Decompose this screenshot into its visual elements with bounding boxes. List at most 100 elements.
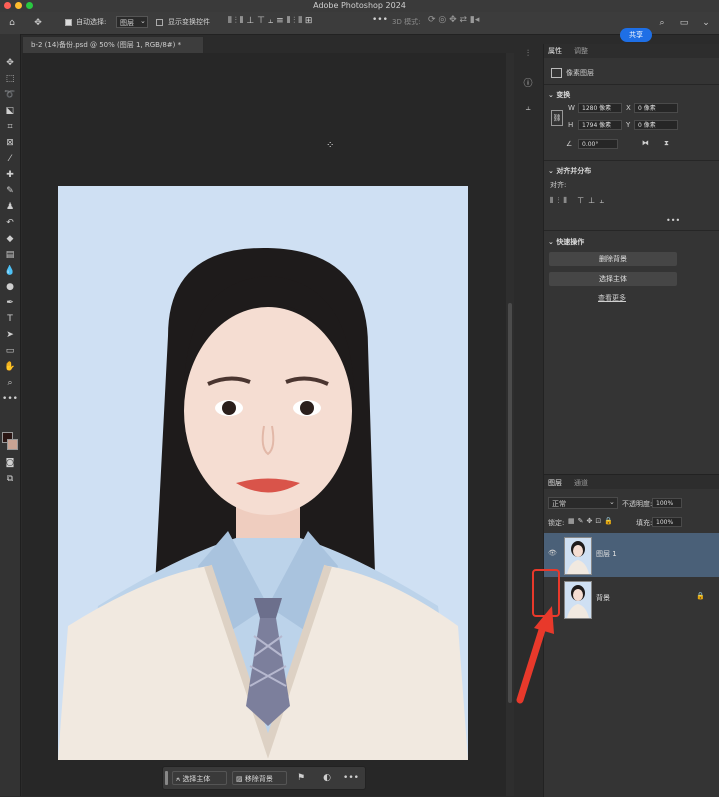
healing-brush-tool-icon[interactable]: ✚ [3,168,17,181]
transform-section-toggle[interactable]: ⌄ 变换 [548,90,570,100]
home-icon[interactable]: ⌂ [6,17,18,29]
auto-select-checkbox[interactable] [65,19,72,26]
lock-buttons-group[interactable]: ▦✎✥⊡🔒 [568,517,616,525]
frame-tool-icon[interactable]: ⊠ [3,136,17,149]
type-tool-icon[interactable]: T [3,312,17,325]
pen-tool-icon[interactable]: ✒ [3,296,17,309]
move-tool-icon[interactable]: ✥ [3,56,17,69]
document-tab[interactable]: b-2 (14)备份.psd @ 50% (图层 1, RGB/8#) * [22,36,204,53]
screen-mode-icon[interactable]: ⧉ [3,472,17,485]
align-icons-group[interactable]: ⫴ ⫶ ⫴ ⊥ ⊤ ⫠ ≡ ⫴ ⫶ ⫴ ⊞ [228,16,312,26]
learn-more-link[interactable]: 查看更多 [598,293,626,303]
rectangle-tool-icon[interactable]: ▭ [3,344,17,357]
image-icon: ▨ [236,775,243,783]
height-input[interactable]: 1794 像素 [578,120,622,130]
eyedropper-tool-icon[interactable]: ⁄ [3,152,17,165]
y-label: Y [626,121,631,129]
dodge-tool-icon[interactable]: ● [3,280,17,293]
layer-name[interactable]: 图层 1 [596,549,617,559]
quick-mask-icon[interactable]: ◙ [3,456,17,469]
link-icon[interactable]: ⛓ [551,110,563,126]
layer-row[interactable]: 背景 🔒 [544,577,719,621]
annotation-arrow-icon [516,606,554,704]
blend-mode-value: 正常 [552,500,566,508]
history-brush-tool-icon[interactable]: ↶ [3,216,17,229]
adjust-icon[interactable]: ◐ [321,772,333,784]
flag-icon[interactable]: ⚑ [295,772,307,784]
tab-layers[interactable]: 图层 [548,478,562,488]
tab-properties[interactable]: 属性 [548,46,562,56]
gradient-tool-icon[interactable]: ▤ [3,248,17,261]
align-subtitle: 对齐: [550,181,567,189]
align-title: 对齐并分布 [556,167,592,175]
flip-vertical-icon[interactable]: ⧗ [664,139,669,148]
show-transform-checkbox[interactable] [156,19,163,26]
more-options-icon[interactable]: ••• [372,15,388,25]
eye-icon[interactable]: 👁 [548,549,557,557]
more-tools-icon[interactable]: ••• [2,392,18,405]
divider [544,84,719,85]
person-icon: ⍲ [176,775,181,783]
share-button[interactable]: 共享 [620,28,652,42]
transform-title: 变换 [556,91,571,99]
lock-icon: 🔒 [696,592,705,600]
more-align-icon[interactable]: ••• [666,216,680,225]
move-tool-icon[interactable]: ✥ [32,17,44,29]
history-panel-icon[interactable]: ⫶ [522,48,534,60]
workspace-icon[interactable]: ▭ [678,17,690,29]
properties-panel: 属性 调整 像素图层 ⌄ 变换 ⛓ W 1280 像素 X 0 像素 H 179… [543,44,719,474]
align-buttons-group[interactable]: ⫴⫶⫴ ⊤⊥⫠ [550,196,608,206]
layer-type-label: 像素图层 [566,69,594,77]
zoom-tool-icon[interactable]: ⌕ [3,376,17,389]
options-bar: ⌂ ✥ 自动选择: 图层 ⌄ 显示变换控件 ⫴ ⫶ ⫴ ⊥ ⊤ ⫠ ≡ ⫴ ⫶ … [0,12,719,42]
eraser-tool-icon[interactable]: ◆ [3,232,17,245]
layer-row[interactable]: 👁 图层 1 [544,533,719,577]
remove-background-button[interactable]: ▨ 移除背景 [232,771,287,785]
align-section-toggle[interactable]: ⌄ 对齐并分布 [548,166,591,176]
tab-adjustments[interactable]: 调整 [574,46,588,56]
chevron-down-icon: ⌄ [140,17,146,25]
w-label: W [568,104,575,112]
info-panel-icon[interactable]: ⓘ [522,76,534,89]
marquee-tool-icon[interactable]: ⬚ [3,72,17,85]
lasso-tool-icon[interactable]: ➰ [3,88,17,101]
brush-tool-icon[interactable]: ✎ [3,184,17,197]
select-subject-label: 选择主体 [182,775,211,783]
select-subject-quick-button[interactable]: 选择主体 [549,272,677,286]
libraries-panel-icon[interactable]: ⫠ [522,102,534,114]
y-input[interactable]: 0 像素 [634,120,678,130]
fill-label: 填充: [636,519,653,527]
opacity-input[interactable]: 100% [652,498,682,508]
fill-input[interactable]: 100% [652,517,682,527]
more-icon[interactable]: ••• [343,772,359,784]
document-title: b-2 (14)备份.psd @ 50% (图层 1, RGB/8#) * [31,41,182,49]
show-transform-label: 显示变换控件 [168,18,210,26]
3d-tool-icons[interactable]: ⟳ ◎ ✥ ⇄ ▮◂ [428,15,479,25]
layers-tab-bar [544,475,719,489]
width-input[interactable]: 1280 像素 [578,103,622,113]
clone-stamp-tool-icon[interactable]: ♟ [3,200,17,213]
remove-background-quick-button[interactable]: 删除背景 [549,252,677,266]
chevron-down-icon: ⌄ [609,498,615,506]
x-input[interactable]: 0 像素 [634,103,678,113]
canvas-photo[interactable] [58,186,468,760]
object-selection-tool-icon[interactable]: ⬕ [3,104,17,117]
blur-tool-icon[interactable]: 💧 [3,264,17,277]
tab-channels[interactable]: 通道 [574,478,588,488]
panel-tab-bar [544,44,719,58]
select-subject-button[interactable]: ⍲ 选择主体 [172,771,227,785]
hand-tool-icon[interactable]: ✋ [3,360,17,373]
blend-mode-dropdown[interactable]: 正常 ⌄ [548,497,618,509]
chevron-down-icon[interactable]: ⌄ [700,17,712,29]
contextual-task-bar: ⍲ 选择主体 ▨ 移除背景 ⚑ ◐ ••• [162,766,366,790]
quick-actions-toggle[interactable]: ⌄ 快速操作 [548,237,584,247]
path-selection-tool-icon[interactable]: ➤ [3,328,17,341]
layer-name[interactable]: 背景 [596,593,610,603]
flip-horizontal-icon[interactable]: ⧓ [642,139,649,147]
search-icon[interactable]: ⌕ [656,17,668,29]
auto-select-dropdown[interactable]: 图层 ⌄ [116,16,148,28]
drag-handle[interactable] [165,771,168,785]
background-color-swatch[interactable] [7,439,18,450]
crop-tool-icon[interactable]: ⌗ [3,120,17,133]
angle-input[interactable]: 0.00° [578,139,618,149]
